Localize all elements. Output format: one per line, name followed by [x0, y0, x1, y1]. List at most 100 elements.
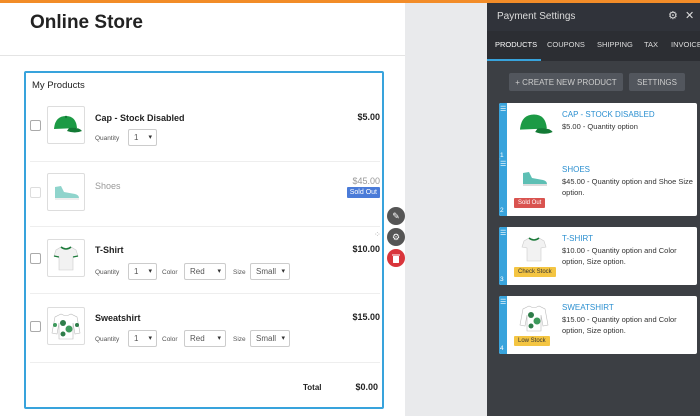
- drag-handle[interactable]: ☰ 2: [499, 158, 507, 216]
- product-name: Sweatshirt: [95, 313, 141, 323]
- cap-icon: [520, 114, 553, 134]
- trash-icon[interactable]: [387, 249, 405, 267]
- create-product-button[interactable]: + CREATE NEW PRODUCT: [509, 73, 623, 91]
- item-thumbnail: [514, 165, 554, 191]
- page-title: Online Store: [30, 12, 143, 33]
- gear-icon[interactable]: ⚙: [668, 9, 678, 22]
- row-divider: [30, 226, 380, 227]
- sold-out-badge: Sold Out: [514, 198, 546, 208]
- close-icon[interactable]: ✕: [685, 9, 694, 22]
- color-label: Color: [162, 269, 178, 276]
- sweatshirt-icon: [51, 313, 81, 340]
- item-description: $5.00 - Quantity option: [562, 122, 638, 131]
- product-checkbox[interactable]: [30, 253, 41, 264]
- gear-icon[interactable]: ⚙: [387, 228, 405, 246]
- drag-handle[interactable]: ☰ 3: [499, 227, 507, 285]
- low-stock-badge: Low Stock: [514, 336, 550, 346]
- brush-icon[interactable]: ✎: [387, 207, 405, 225]
- chevron-down-icon: ▾: [217, 335, 221, 342]
- quantity-label: Quantity: [95, 336, 120, 343]
- color-select[interactable]: Red ▾: [184, 330, 226, 347]
- card-title: My Products: [32, 80, 85, 91]
- quantity-select[interactable]: 1 ▾: [128, 129, 157, 146]
- check-stock-badge: Check Stock: [514, 267, 556, 277]
- product-thumbnail: [47, 307, 85, 345]
- panel-header: Payment Settings ⚙ ✕: [487, 3, 700, 31]
- item-number: 3: [500, 276, 504, 283]
- size-value: Small: [256, 334, 277, 343]
- product-list-item[interactable]: ☰ 1 CAP - STOCK DISABLED $5.00 - Quantity…: [499, 103, 697, 161]
- item-description: $15.00 - Quantity option and Color optio…: [562, 315, 677, 335]
- cap-icon: [54, 115, 82, 133]
- item-number: 4: [500, 345, 504, 352]
- product-price: $45.00: [352, 176, 380, 186]
- shoe-icon: [523, 172, 547, 186]
- product-checkbox[interactable]: [30, 120, 41, 131]
- drag-handle[interactable]: ☰ 1: [499, 103, 507, 161]
- chevron-down-icon: ▾: [281, 335, 285, 342]
- tab-invoice[interactable]: INVOICE: [671, 40, 700, 49]
- total-label: Total: [303, 383, 322, 392]
- drag-handle-icon: ☰: [500, 106, 507, 113]
- product-list-item[interactable]: ☰ 3 Check Stock T-SHIRT $10.00 - Quantity…: [499, 227, 697, 285]
- product-checkbox[interactable]: [30, 187, 41, 198]
- chevron-down-icon: ▾: [148, 134, 152, 141]
- product-price: $5.00: [357, 112, 380, 122]
- item-title[interactable]: CAP - STOCK DISABLED: [562, 110, 655, 119]
- product-checkbox[interactable]: [30, 321, 41, 332]
- tab-coupons[interactable]: COUPONS: [547, 40, 585, 49]
- size-select[interactable]: Small ▾: [250, 263, 290, 280]
- product-thumbnail: [47, 106, 85, 144]
- color-select[interactable]: Red ▾: [184, 263, 226, 280]
- size-label: Size: [233, 336, 246, 343]
- drag-handle[interactable]: ☰ 4: [499, 296, 507, 354]
- product-name: Cap - Stock Disabled: [95, 113, 185, 123]
- row-divider: [30, 293, 380, 294]
- product-price: $10.00: [352, 244, 380, 254]
- item-title[interactable]: SHOES: [562, 165, 590, 174]
- product-list-item[interactable]: ☰ 2 Sold Out SHOES $45.00 - Quantity opti…: [499, 158, 697, 216]
- quantity-value: 1: [134, 133, 139, 142]
- quantity-select[interactable]: 1 ▾: [128, 263, 157, 280]
- quantity-select[interactable]: 1 ▾: [128, 330, 157, 347]
- item-title[interactable]: T-SHIRT: [562, 234, 593, 243]
- size-label: Size: [233, 269, 246, 276]
- chevron-down-icon: ▾: [217, 268, 221, 275]
- divider: [0, 55, 405, 56]
- drag-handle-icon: ☰: [500, 161, 507, 168]
- tab-tax[interactable]: TAX: [644, 40, 658, 49]
- item-thumbnail: [514, 303, 554, 333]
- settings-button[interactable]: SETTINGS: [629, 73, 685, 91]
- panel-tabs: PRODUCTS COUPONS SHIPPING TAX INVOICE: [487, 31, 700, 61]
- active-tab-indicator: [487, 59, 541, 61]
- chevron-down-icon: ▾: [148, 268, 152, 275]
- color-label: Color: [162, 336, 178, 343]
- item-description: $45.00 - Quantity option and Shoe Size o…: [562, 177, 693, 197]
- quantity-value: 1: [134, 334, 139, 343]
- tshirt-icon: [53, 246, 79, 271]
- product-thumbnail: [47, 239, 85, 277]
- products-card[interactable]: My Products Cap - Stock Disabled $5.00 Q…: [24, 71, 384, 409]
- size-select[interactable]: Small ▾: [250, 330, 290, 347]
- size-value: Small: [256, 267, 277, 276]
- quantity-label: Quantity: [95, 135, 120, 142]
- total-value: $0.00: [355, 382, 378, 392]
- tshirt-icon: [521, 237, 547, 262]
- tab-products[interactable]: PRODUCTS: [495, 40, 537, 49]
- item-title[interactable]: SWEATSHIRT: [562, 303, 614, 312]
- store-preview: Online Store My Products Cap - Stock Dis…: [0, 3, 405, 416]
- product-price: $15.00: [352, 312, 380, 322]
- tab-shipping[interactable]: SHIPPING: [597, 40, 633, 49]
- product-thumbnail: [47, 173, 85, 211]
- product-name: Shoes: [95, 181, 121, 191]
- drag-handle-icon[interactable]: ⁘: [374, 230, 381, 239]
- drag-handle-icon: ☰: [500, 299, 507, 306]
- item-description: $10.00 - Quantity option and Color optio…: [562, 246, 677, 266]
- product-list-item[interactable]: ☰ 4 Low Stock SWEATSHIRT $15.00 - Quantit…: [499, 296, 697, 354]
- color-value: Red: [190, 334, 205, 343]
- drag-handle-icon: ☰: [500, 230, 507, 237]
- quantity-value: 1: [134, 267, 139, 276]
- quantity-label: Quantity: [95, 269, 120, 276]
- row-divider: [30, 161, 380, 162]
- sweatshirt-icon: [519, 305, 549, 332]
